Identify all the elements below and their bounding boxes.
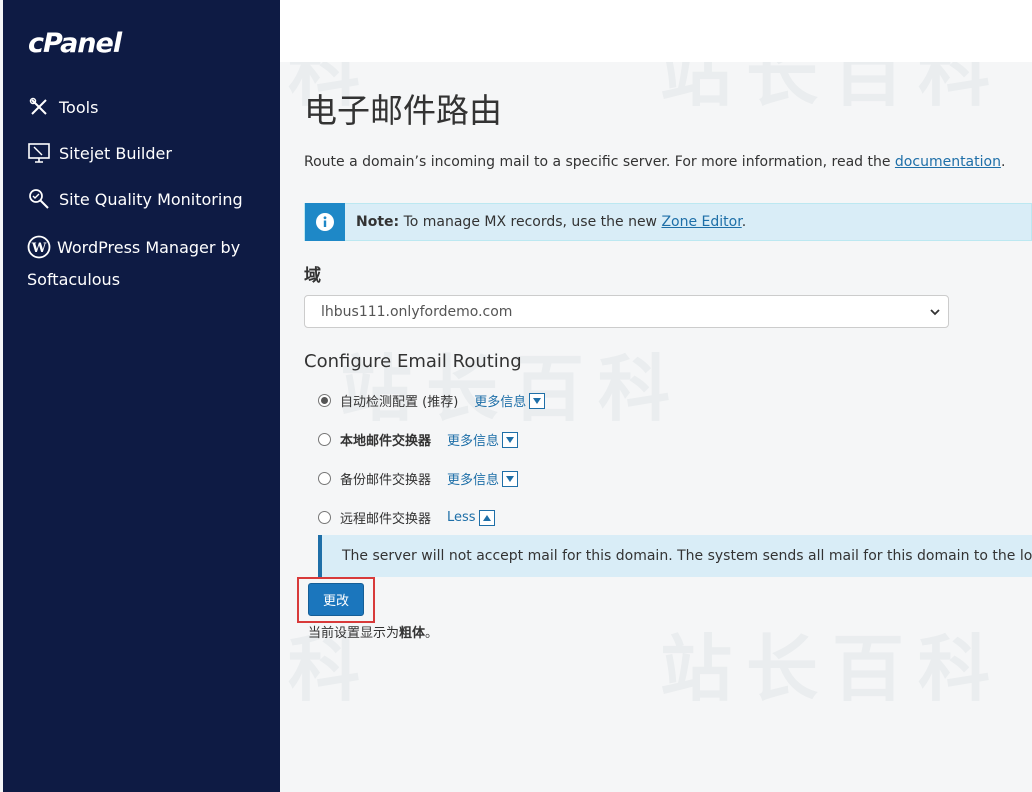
radio-remote[interactable] [318, 511, 331, 524]
routing-option-local[interactable]: 本地邮件交换器 更多信息 [318, 430, 519, 449]
sidebar-item-tools[interactable]: Tools [27, 95, 98, 119]
footnote-bold: 粗体 [399, 626, 426, 641]
main-content: 电子邮件路由 Route a domain’s incoming mail to… [280, 62, 1032, 792]
top-bar [280, 0, 1032, 62]
info-icon [305, 203, 345, 241]
remote-info-panel: The server will not accept mail for this… [318, 535, 1032, 577]
documentation-link[interactable]: documentation [895, 154, 1001, 170]
page-description: Route a domain’s incoming mail to a spec… [304, 154, 1005, 170]
expand-icon [529, 392, 546, 409]
tools-icon [27, 95, 51, 119]
routing-option-backup[interactable]: 备份邮件交换器 更多信息 [318, 469, 519, 488]
collapse-icon [478, 509, 495, 526]
option-label: 本地邮件交换器 [340, 434, 432, 449]
footnote-suffix: 。 [425, 626, 439, 641]
description-text: Route a domain’s incoming mail to a spec… [304, 154, 895, 170]
sidebar-item-sitejet[interactable]: Sitejet Builder [27, 141, 172, 165]
monitor-icon [27, 141, 51, 165]
routing-option-remote[interactable]: 远程邮件交换器 Less [318, 508, 495, 527]
magnifier-icon [27, 187, 51, 211]
more-info-toggle[interactable]: 更多信息 [447, 469, 519, 488]
routing-heading: Configure Email Routing [304, 351, 522, 372]
more-info-toggle[interactable]: 更多信息 [447, 430, 519, 449]
more-info-text: 更多信息 [447, 434, 500, 449]
sidebar-item-label: Site Quality Monitoring [59, 189, 243, 209]
sidebar-item-label: Sitejet Builder [59, 143, 172, 163]
description-suffix: . [1000, 154, 1006, 170]
sidebar: cPanel Tools Sitejet Builder Site Qualit… [3, 0, 280, 792]
option-label: 远程邮件交换器 [340, 512, 432, 527]
domain-select-value: lhbus111.onlyfordemo.com [321, 303, 513, 320]
sidebar-item-label: WordPress Manager by Softaculous [27, 238, 241, 289]
sidebar-item-site-quality[interactable]: Site Quality Monitoring [27, 187, 243, 211]
note-body: To manage MX records, use the new [399, 214, 662, 230]
more-info-text: 更多信息 [474, 395, 527, 410]
note-label: Note: [356, 214, 400, 230]
svg-text:W: W [31, 241, 47, 256]
zone-editor-link[interactable]: Zone Editor [661, 214, 741, 230]
radio-local[interactable] [318, 433, 331, 446]
expand-icon [502, 431, 519, 448]
option-label: 备份邮件交换器 [340, 473, 432, 488]
less-info-toggle[interactable]: Less [447, 509, 495, 526]
note-text: Note: To manage MX records, use the new … [345, 214, 746, 230]
domain-select[interactable]: lhbus111.onlyfordemo.com [304, 295, 949, 328]
sidebar-item-wordpress[interactable]: W WordPress Manager by Softaculous [27, 232, 267, 296]
page-title: 电子邮件路由 [304, 91, 502, 130]
note-suffix: . [741, 214, 747, 230]
sidebar-item-label: Tools [59, 97, 99, 117]
routing-option-auto[interactable]: 自动检测配置 (推荐) 更多信息 [318, 391, 546, 410]
domain-label: 域 [304, 266, 321, 286]
wordpress-icon: W [27, 235, 51, 259]
chevron-down-icon [929, 306, 941, 322]
option-label: 自动检测配置 (推荐) [340, 395, 459, 410]
change-button[interactable]: 更改 [308, 583, 364, 616]
radio-backup[interactable] [318, 472, 331, 485]
less-info-text: Less [447, 510, 476, 525]
radio-auto[interactable] [318, 394, 331, 407]
note-callout: Note: To manage MX records, use the new … [304, 203, 1032, 241]
more-info-toggle[interactable]: 更多信息 [474, 391, 546, 410]
remote-info-text: The server will not accept mail for this… [342, 548, 1032, 564]
more-info-text: 更多信息 [447, 473, 500, 488]
cpanel-logo[interactable]: cPanel [28, 28, 122, 59]
current-setting-note: 当前设置显示为粗体。 [308, 622, 438, 641]
footnote-text: 当前设置显示为 [308, 626, 400, 641]
expand-icon [502, 470, 519, 487]
